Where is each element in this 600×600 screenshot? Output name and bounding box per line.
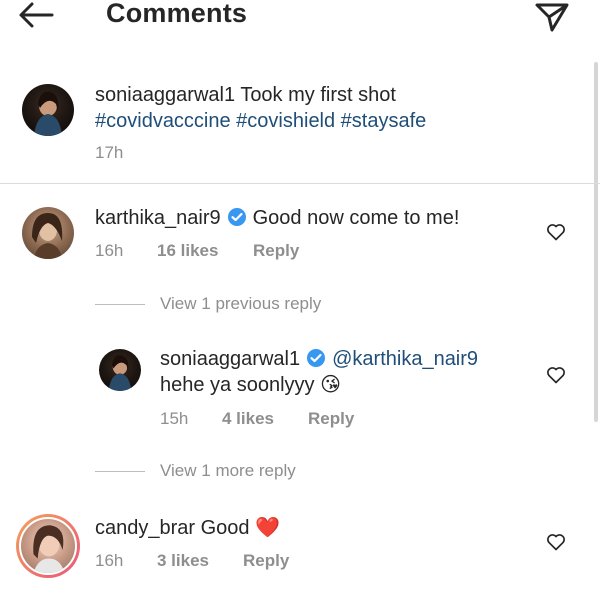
comment-line: candy_brar Good ❤️	[95, 515, 280, 541]
like-heart-icon[interactable]	[546, 365, 566, 385]
reply-mention[interactable]: @karthika_nair9	[332, 348, 478, 370]
caption-hashtags[interactable]: #covidvacccine #covishield #staysafe	[95, 108, 426, 134]
reply-text-line: hehe ya soonlyyy 😘	[160, 372, 341, 398]
comment-text: Good now come to me!	[252, 207, 460, 229]
caption-time: 17h	[95, 143, 124, 162]
comment-time: 16h	[95, 551, 124, 570]
reply-line: soniaaggarwal1 @karthika_nair9	[160, 346, 478, 372]
comment-time: 16h	[95, 241, 124, 260]
like-heart-icon[interactable]	[546, 222, 566, 242]
reply-text: hehe ya soonlyyy	[160, 374, 315, 396]
reply-button[interactable]: Reply	[308, 409, 354, 429]
caption-divider	[0, 183, 600, 184]
verified-badge-icon	[227, 207, 247, 227]
thread-line	[95, 471, 145, 472]
view-more-replies[interactable]: View 1 more reply	[160, 461, 296, 481]
comment-username[interactable]: candy_brar	[95, 517, 195, 539]
red-heart-emoji-icon: ❤️	[255, 517, 281, 539]
comment-line: karthika_nair9 Good now come to me!	[95, 205, 459, 231]
avatar	[19, 517, 77, 575]
reply-button[interactable]: Reply	[243, 551, 289, 571]
page-title: Comments	[106, 0, 248, 28]
avatar[interactable]	[99, 349, 141, 391]
comment-text: Good	[200, 517, 250, 539]
reply-likes[interactable]: 4 likes	[222, 409, 274, 429]
reply-username[interactable]: soniaaggarwal1	[160, 348, 300, 370]
avatar-story-ring[interactable]	[16, 514, 80, 578]
avatar[interactable]	[22, 84, 74, 136]
verified-badge-icon	[306, 348, 326, 368]
send-icon[interactable]	[532, 0, 572, 34]
caption-line: soniaaggarwal1 Took my first shot	[95, 82, 396, 108]
comment-username[interactable]: karthika_nair9	[95, 207, 221, 229]
reply-time: 15h	[160, 409, 189, 428]
avatar[interactable]	[22, 207, 74, 259]
back-arrow-icon[interactable]	[14, 0, 58, 30]
reply-button[interactable]: Reply	[253, 241, 299, 261]
like-heart-icon[interactable]	[546, 532, 566, 552]
comment-likes[interactable]: 3 likes	[157, 551, 209, 571]
caption-username[interactable]: soniaaggarwal1	[95, 84, 235, 106]
kiss-emoji-icon: 😘	[320, 374, 341, 396]
comment-likes[interactable]: 16 likes	[157, 241, 218, 261]
caption-text: Took my first shot	[240, 84, 396, 106]
thread-line	[95, 304, 145, 305]
view-previous-replies[interactable]: View 1 previous reply	[160, 294, 321, 314]
scrollbar[interactable]	[594, 62, 598, 422]
